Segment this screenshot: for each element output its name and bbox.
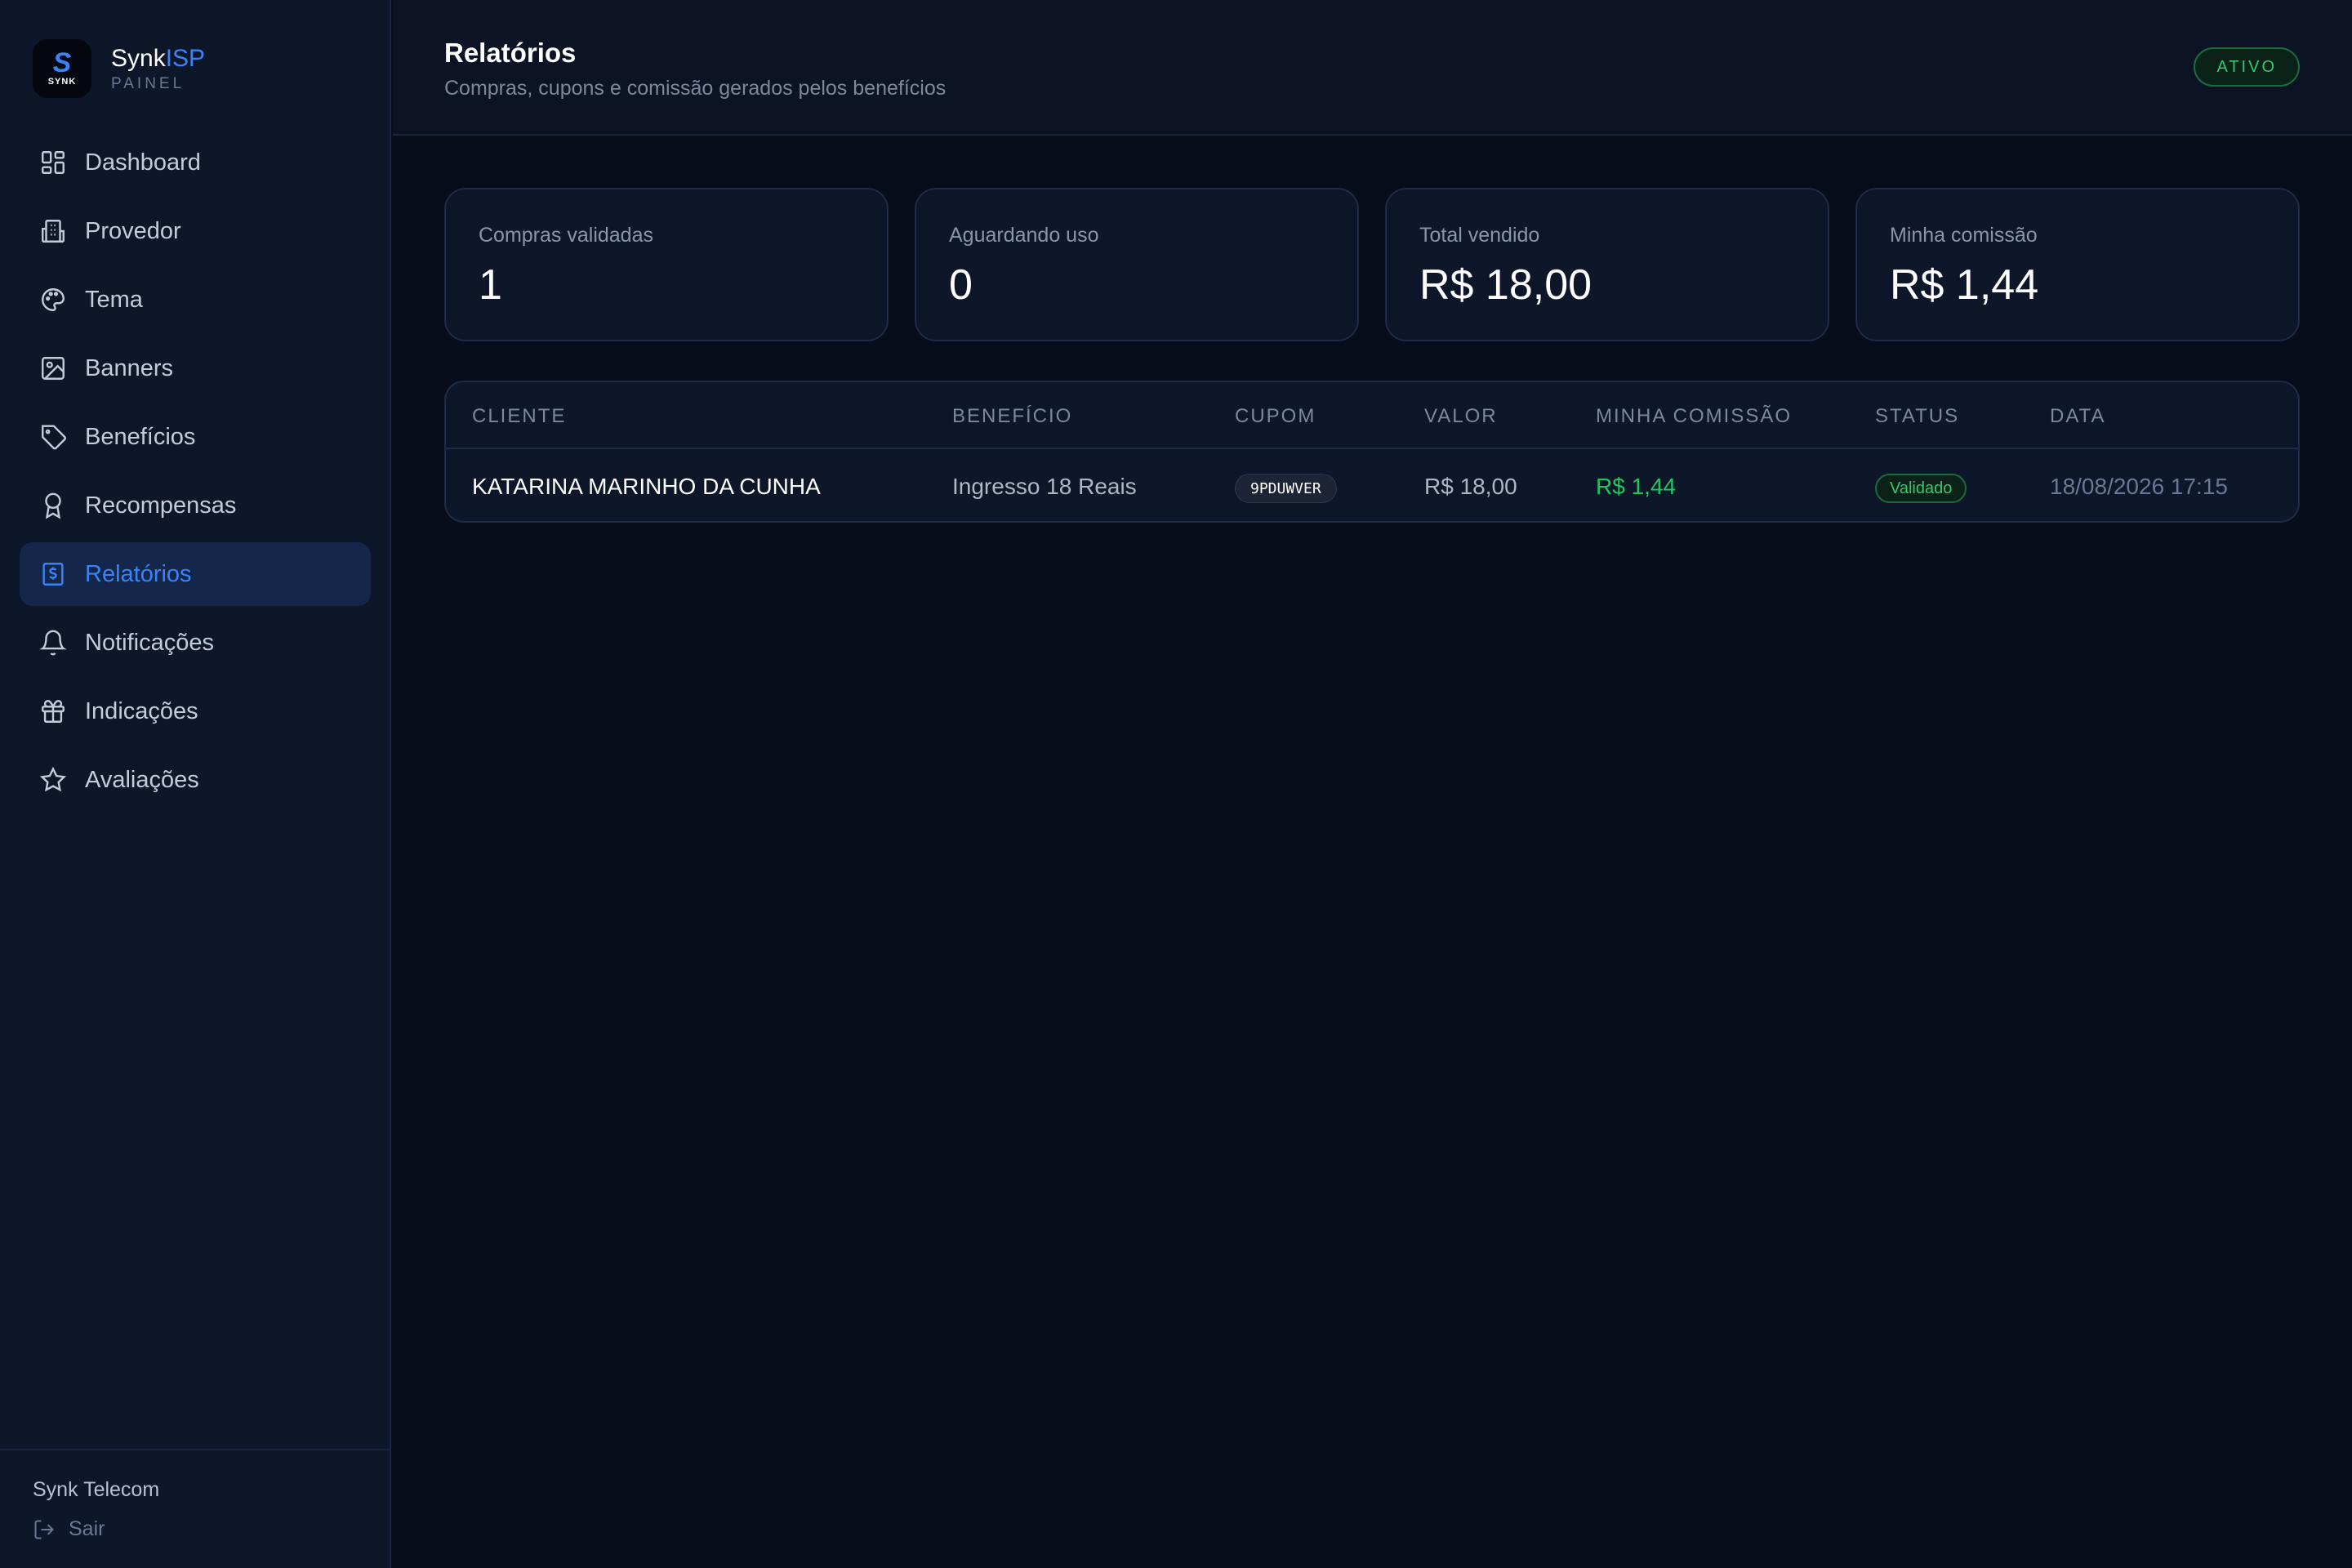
- brand-name: SynkISP: [111, 44, 205, 74]
- synk-logo: S SYNK: [33, 39, 91, 98]
- column-header-beneficio[interactable]: BENEFÍCIO: [952, 405, 1072, 428]
- stat-card-total-vendido: Total vendido R$ 18,00: [1385, 188, 1829, 341]
- cell-beneficio: Ingresso 18 Reais: [952, 474, 1137, 499]
- table-row[interactable]: KATARINA MARINHO DA CUNHA Ingresso 18 Re…: [446, 449, 2298, 521]
- sidebar-item-label: Banners: [85, 354, 174, 381]
- stat-label: Compras validadas: [479, 224, 653, 247]
- app-root: S SYNK SynkISP PAINEL Dashboard Provedor: [0, 0, 2352, 1568]
- stat-value: R$ 1,44: [1890, 261, 2039, 309]
- grid-icon: [39, 149, 67, 176]
- column-header-cliente[interactable]: CLIENTE: [472, 405, 566, 428]
- coupon-code-badge[interactable]: 9PDUWVER: [1235, 474, 1337, 503]
- bell-icon: [39, 629, 67, 657]
- cell-comissao: R$ 1,44: [1596, 474, 1677, 499]
- brand-subtitle: PAINEL: [111, 75, 185, 92]
- sidebar-item-recompensas[interactable]: Recompensas: [20, 474, 371, 537]
- palette-icon: [39, 286, 67, 314]
- sidebar-item-label: Relatórios: [85, 560, 192, 587]
- gift-icon: [39, 697, 67, 725]
- sidebar-item-beneficios[interactable]: Benefícios: [20, 405, 371, 469]
- page-header: Relatórios Compras, cupons e comissão ge…: [393, 0, 2352, 136]
- stat-card-aguardando-uso: Aguardando uso 0: [915, 188, 1359, 341]
- column-header-status[interactable]: STATUS: [1875, 405, 1959, 428]
- stat-card-compras-validadas: Compras validadas 1: [444, 188, 889, 341]
- stat-value: 0: [949, 261, 973, 309]
- stat-card-minha-comissao: Minha comissão R$ 1,44: [1855, 188, 2300, 341]
- company-name: Synk Telecom: [33, 1478, 160, 1501]
- sidebar: S SYNK SynkISP PAINEL Dashboard Provedor: [0, 0, 391, 1568]
- sidebar-item-provedor[interactable]: Provedor: [20, 199, 371, 263]
- stat-label: Minha comissão: [1890, 224, 2038, 247]
- brand[interactable]: S SYNK SynkISP PAINEL: [33, 39, 205, 98]
- column-header-cupom[interactable]: CUPOM: [1235, 405, 1316, 428]
- stat-value: R$ 18,00: [1419, 261, 1592, 309]
- sidebar-item-label: Dashboard: [85, 149, 201, 176]
- stat-label: Aguardando uso: [949, 224, 1099, 247]
- sidebar-item-label: Recompensas: [85, 492, 237, 519]
- logo-mark: S: [52, 47, 72, 78]
- receipt-icon: [39, 560, 67, 588]
- sidebar-item-label: Avaliações: [85, 766, 199, 793]
- logout-label: Sair: [69, 1517, 105, 1540]
- star-icon: [39, 766, 67, 794]
- brand-name-main: Synk: [111, 45, 166, 72]
- award-icon: [39, 492, 67, 519]
- logo-word: SYNK: [47, 77, 77, 87]
- cell-cliente: KATARINA MARINHO DA CUNHA: [472, 474, 821, 499]
- logout-icon: [34, 1520, 54, 1539]
- sidebar-item-banners[interactable]: Banners: [20, 336, 371, 400]
- sidebar-item-notificacoes[interactable]: Notificações: [20, 611, 371, 675]
- brand-name-accent: ISP: [165, 45, 206, 72]
- cell-valor: R$ 18,00: [1424, 474, 1517, 499]
- image-icon: [39, 354, 67, 382]
- sidebar-footer: Synk Telecom Sair: [0, 1449, 390, 1568]
- sidebar-item-tema[interactable]: Tema: [20, 268, 371, 332]
- cell-data: 18/08/2026 17:15: [2050, 474, 2228, 499]
- page-title: Relatórios: [444, 38, 577, 68]
- building-icon: [39, 217, 67, 245]
- stat-label: Total vendido: [1419, 224, 1540, 247]
- brand-text: SynkISP PAINEL: [111, 44, 205, 93]
- sidebar-item-label: Provedor: [85, 217, 181, 244]
- stat-value: 1: [479, 261, 502, 309]
- column-header-valor[interactable]: VALOR: [1424, 405, 1498, 428]
- sidebar-item-label: Tema: [85, 286, 143, 313]
- sidebar-item-dashboard[interactable]: Dashboard: [20, 131, 371, 194]
- sidebar-item-label: Benefícios: [85, 423, 196, 450]
- status-badge: ATIVO: [2194, 47, 2300, 87]
- sidebar-item-avaliacoes[interactable]: Avaliações: [20, 748, 371, 812]
- sidebar-nav: Dashboard Provedor Tema Banners Benefíci…: [20, 131, 371, 817]
- logout-button[interactable]: Sair: [33, 1517, 105, 1541]
- stats-row: Compras validadas 1 Aguardando uso 0 Tot…: [444, 188, 2300, 341]
- reports-table: CLIENTE BENEFÍCIO CUPOM VALOR MINHA COMI…: [444, 381, 2300, 523]
- column-header-minha-comissao[interactable]: MINHA COMISSÃO: [1596, 405, 1792, 428]
- sidebar-item-relatorios[interactable]: Relatórios: [20, 542, 371, 606]
- sidebar-item-label: Notificações: [85, 629, 214, 656]
- status-badge-validado: Validado: [1875, 474, 1967, 503]
- tag-icon: [39, 423, 67, 451]
- page-subtitle: Compras, cupons e comissão gerados pelos…: [444, 77, 947, 100]
- table-header: CLIENTE BENEFÍCIO CUPOM VALOR MINHA COMI…: [446, 382, 2298, 449]
- column-header-data[interactable]: DATA: [2050, 405, 2105, 428]
- sidebar-item-label: Indicações: [85, 697, 198, 724]
- sidebar-item-indicacoes[interactable]: Indicações: [20, 679, 371, 743]
